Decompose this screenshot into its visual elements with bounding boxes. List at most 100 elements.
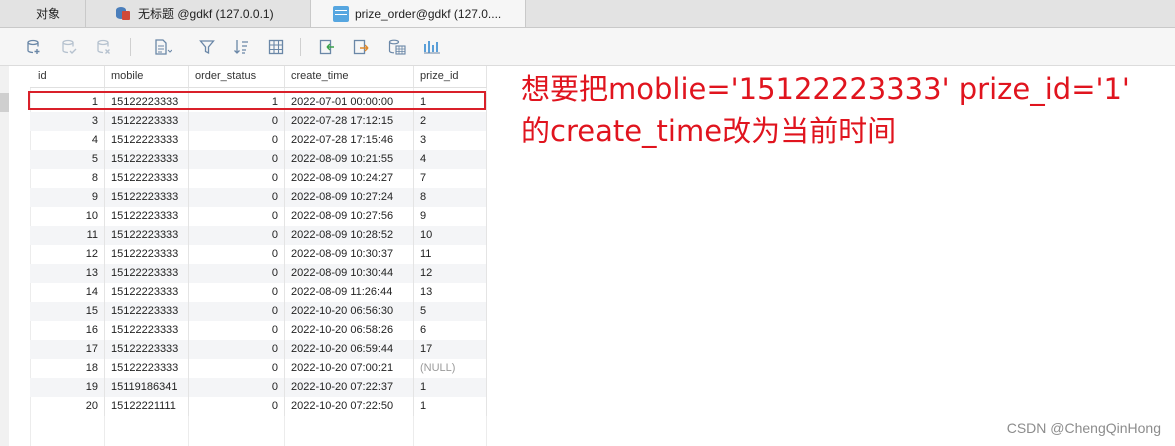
cell-create-time[interactable]: 2022-10-20 06:58:26 — [285, 321, 414, 340]
cell-order-status[interactable]: 0 — [189, 169, 285, 188]
cell-id[interactable]: 17 — [30, 340, 105, 359]
table-row[interactable]: 9 15122223333 0 2022-08-09 10:27:24 8 — [30, 188, 487, 207]
cell-order-status[interactable]: 0 — [189, 321, 285, 340]
cell-prize-id[interactable]: 4 — [414, 150, 487, 169]
cell-id[interactable]: 12 — [30, 245, 105, 264]
cell-prize-id[interactable]: 1 — [414, 378, 487, 397]
cell-id[interactable]: 13 — [30, 264, 105, 283]
cell-order-status[interactable]: 0 — [189, 226, 285, 245]
add-record-icon[interactable] — [25, 38, 43, 56]
cell-id[interactable]: 3 — [30, 112, 105, 131]
column-header-order-status[interactable]: order_status — [189, 66, 285, 87]
cell-id[interactable]: 20 — [30, 397, 105, 416]
cell-create-time[interactable]: 2022-10-20 06:59:44 — [285, 340, 414, 359]
cell-id[interactable]: 18 — [30, 359, 105, 378]
cell-mobile[interactable]: 15122223333 — [105, 131, 189, 150]
table-row[interactable]: 17 15122223333 0 2022-10-20 06:59:44 17 — [30, 340, 487, 359]
cell-create-time[interactable]: 2022-08-09 10:27:24 — [285, 188, 414, 207]
cell-create-time[interactable]: 2022-10-20 07:00:21 — [285, 359, 414, 378]
cell-mobile[interactable]: 15122223333 — [105, 321, 189, 340]
column-header-create-time[interactable]: create_time — [285, 66, 414, 87]
cell-prize-id[interactable]: 13 — [414, 283, 487, 302]
cell-create-time[interactable]: 2022-10-20 06:56:30 — [285, 302, 414, 321]
sort-icon[interactable] — [232, 38, 250, 56]
table-row[interactable]: 18 15122223333 0 2022-10-20 07:00:21 (NULL) — [30, 359, 487, 378]
save-record-icon[interactable] — [60, 38, 78, 56]
cell-order-status[interactable]: 0 — [189, 359, 285, 378]
cell-mobile[interactable]: 15122223333 — [105, 150, 189, 169]
table-row[interactable]: 12 15122223333 0 2022-08-09 10:30:37 11 — [30, 245, 487, 264]
table-row[interactable]: 8 15122223333 0 2022-08-09 10:24:27 7 — [30, 169, 487, 188]
cell-order-status[interactable]: 0 — [189, 112, 285, 131]
cell-order-status[interactable]: 0 — [189, 397, 285, 416]
cell-mobile[interactable]: 15119186341 — [105, 378, 189, 397]
cell-create-time[interactable]: 2022-08-09 10:28:52 — [285, 226, 414, 245]
cell-order-status[interactable]: 0 — [189, 378, 285, 397]
chart-icon[interactable] — [423, 38, 441, 56]
cell-prize-id[interactable]: 11 — [414, 245, 487, 264]
tab-objects[interactable]: 对象 — [0, 0, 86, 27]
cell-prize-id[interactable]: 6 — [414, 321, 487, 340]
cell-id[interactable]: 10 — [30, 207, 105, 226]
cell-id[interactable]: 14 — [30, 283, 105, 302]
cell-create-time[interactable]: 2022-08-09 10:30:44 — [285, 264, 414, 283]
cell-mobile[interactable]: 15122223333 — [105, 112, 189, 131]
cell-prize-id[interactable]: 10 — [414, 226, 487, 245]
table-row[interactable]: 14 15122223333 0 2022-08-09 11:26:44 13 — [30, 283, 487, 302]
cell-id[interactable]: 5 — [30, 150, 105, 169]
cell-prize-id[interactable]: 3 — [414, 131, 487, 150]
cell-create-time[interactable]: 2022-08-09 10:30:37 — [285, 245, 414, 264]
cell-order-status[interactable]: 0 — [189, 131, 285, 150]
cell-mobile[interactable]: 15122223333 — [105, 245, 189, 264]
cell-mobile[interactable]: 15122223333 — [105, 207, 189, 226]
cell-create-time[interactable]: 2022-10-20 07:22:37 — [285, 378, 414, 397]
cell-id[interactable]: 11 — [30, 226, 105, 245]
cell-create-time[interactable]: 2022-08-09 11:26:44 — [285, 283, 414, 302]
cell-mobile[interactable]: 15122223333 — [105, 188, 189, 207]
cell-order-status[interactable]: 0 — [189, 283, 285, 302]
cell-prize-id[interactable]: 9 — [414, 207, 487, 226]
cell-create-time[interactable]: 2022-08-09 10:21:55 — [285, 150, 414, 169]
text-view-icon[interactable] — [154, 38, 172, 56]
cell-prize-id[interactable]: 7 — [414, 169, 487, 188]
table-row[interactable]: 11 15122223333 0 2022-08-09 10:28:52 10 — [30, 226, 487, 245]
cell-mobile[interactable]: 15122223333 — [105, 264, 189, 283]
cell-order-status[interactable]: 0 — [189, 207, 285, 226]
export-icon[interactable] — [352, 38, 370, 56]
cell-order-status[interactable]: 0 — [189, 188, 285, 207]
cell-id[interactable]: 8 — [30, 169, 105, 188]
cell-order-status[interactable]: 0 — [189, 245, 285, 264]
cell-mobile[interactable]: 15122221111 — [105, 397, 189, 416]
table-row[interactable]: 4 15122223333 0 2022-07-28 17:15:46 3 — [30, 131, 487, 150]
data-generate-icon[interactable] — [388, 38, 406, 56]
cell-mobile[interactable]: 15122223333 — [105, 169, 189, 188]
cell-prize-id[interactable]: 12 — [414, 264, 487, 283]
table-row[interactable]: 16 15122223333 0 2022-10-20 06:58:26 6 — [30, 321, 487, 340]
cell-create-time[interactable]: 2022-07-28 17:12:15 — [285, 112, 414, 131]
cell-mobile[interactable]: 15122223333 — [105, 302, 189, 321]
cell-prize-id[interactable]: 5 — [414, 302, 487, 321]
cell-id[interactable]: 4 — [30, 131, 105, 150]
tab-prize-order[interactable]: prize_order@gdkf (127.0.... — [311, 0, 526, 27]
cell-prize-id[interactable]: 2 — [414, 112, 487, 131]
cell-prize-id[interactable]: 17 — [414, 340, 487, 359]
cell-order-status[interactable]: 0 — [189, 340, 285, 359]
cell-mobile[interactable]: 15122223333 — [105, 226, 189, 245]
import-icon[interactable] — [318, 38, 336, 56]
table-row[interactable]: 10 15122223333 0 2022-08-09 10:27:56 9 — [30, 207, 487, 226]
cell-mobile[interactable]: 15122223333 — [105, 359, 189, 378]
delete-record-icon[interactable] — [95, 38, 113, 56]
column-header-mobile[interactable]: mobile — [105, 66, 189, 87]
cell-id[interactable]: 19 — [30, 378, 105, 397]
cell-id[interactable]: 9 — [30, 188, 105, 207]
table-row[interactable]: 20 15122221111 0 2022-10-20 07:22:50 1 — [30, 397, 487, 416]
cell-mobile[interactable]: 15122223333 — [105, 283, 189, 302]
cell-order-status[interactable]: 0 — [189, 264, 285, 283]
table-row[interactable]: 13 15122223333 0 2022-08-09 10:30:44 12 — [30, 264, 487, 283]
table-row[interactable]: 15 15122223333 0 2022-10-20 06:56:30 5 — [30, 302, 487, 321]
cell-prize-id[interactable]: 1 — [414, 397, 487, 416]
cell-create-time[interactable]: 2022-10-20 07:22:50 — [285, 397, 414, 416]
filter-icon[interactable] — [198, 38, 216, 56]
cell-mobile[interactable]: 15122223333 — [105, 340, 189, 359]
grid-view-icon[interactable] — [267, 38, 285, 56]
